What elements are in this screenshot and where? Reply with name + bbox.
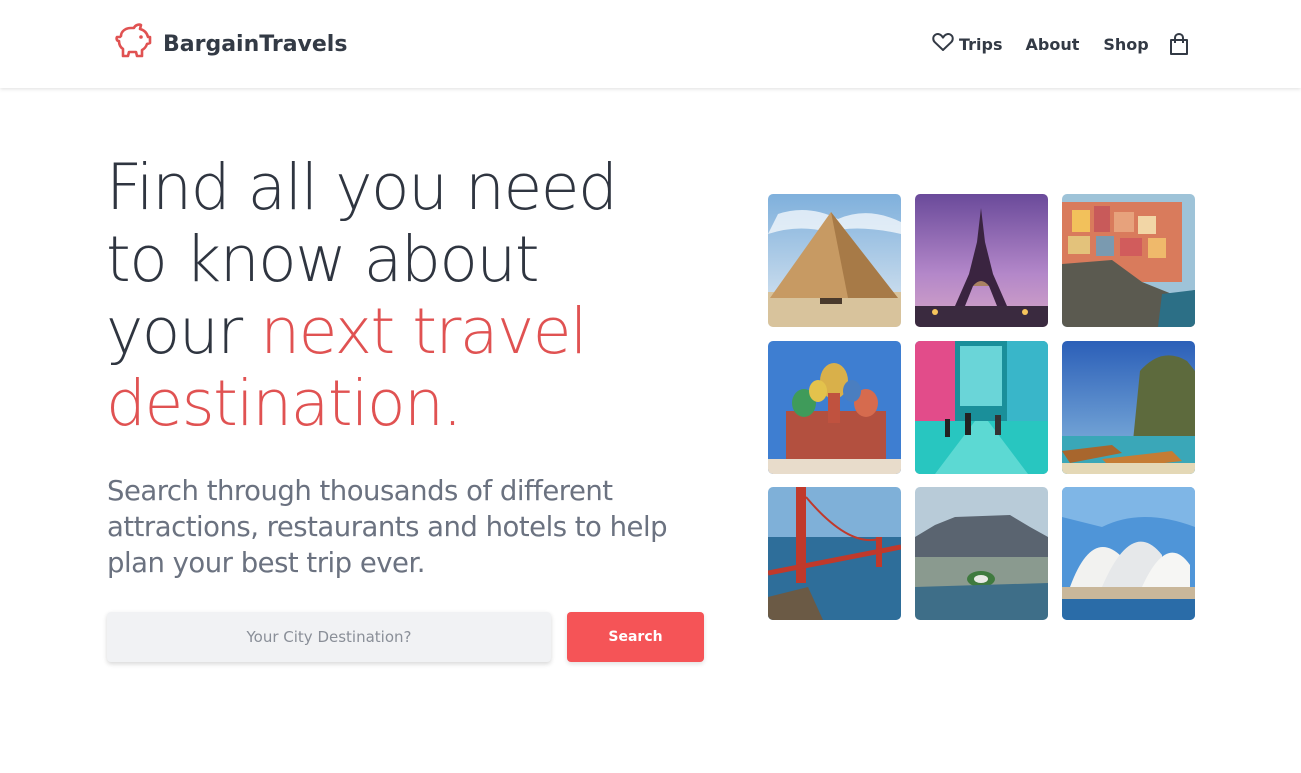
hero-title-line-3: your next travel [106,296,726,368]
hero-subtitle-line-2: attractions, restaurants and hotels to h… [107,511,668,543]
main-nav: Trips About Shop [932,32,1149,56]
gallery-image-st-basils [768,341,901,474]
gallery-image-longtail-boats [1062,341,1195,474]
nav-trips-link[interactable]: Trips [932,32,1003,56]
brand-logo-link[interactable]: BargainTravels [115,22,348,66]
nav-trips-label: Trips [959,34,1003,54]
city-search-input[interactable] [107,612,551,662]
gallery-image-neon-street [915,341,1048,474]
hero-title-plain: your [106,295,261,368]
destination-gallery [768,194,1195,620]
search-button[interactable]: Search [567,612,704,662]
hero-subtitle: Search through thousands of different at… [107,473,717,581]
heart-icon [932,32,959,56]
gallery-image-eiffel [915,194,1048,327]
hero-title-accent: next travel [260,295,587,368]
hero-title: Find all you need to know about your nex… [106,152,726,440]
navbar: BargainTravels Trips About Shop [0,0,1301,88]
gallery-image-pyramid [768,194,901,327]
hero-title-line-4: destination. [106,367,463,440]
piggy-bank-icon [115,22,153,66]
nav-shop-link[interactable]: Shop [1103,35,1148,54]
hero-subtitle-line-1: Search through thousands of different [107,475,613,507]
shopping-bag-icon [1168,32,1190,60]
nav-about-link[interactable]: About [1026,35,1080,54]
gallery-image-golden-gate [768,487,901,620]
hero-title-line-1: Find all you need [106,151,618,224]
cart-button[interactable] [1168,32,1190,56]
gallery-image-table-mountain [915,487,1048,620]
brand-name: BargainTravels [163,31,348,57]
gallery-image-cinque-terre [1062,194,1195,327]
hero-title-line-2: to know about [106,223,540,296]
hero-subtitle-line-3: plan your best trip ever. [107,547,425,579]
gallery-image-sydney-opera [1062,487,1195,620]
